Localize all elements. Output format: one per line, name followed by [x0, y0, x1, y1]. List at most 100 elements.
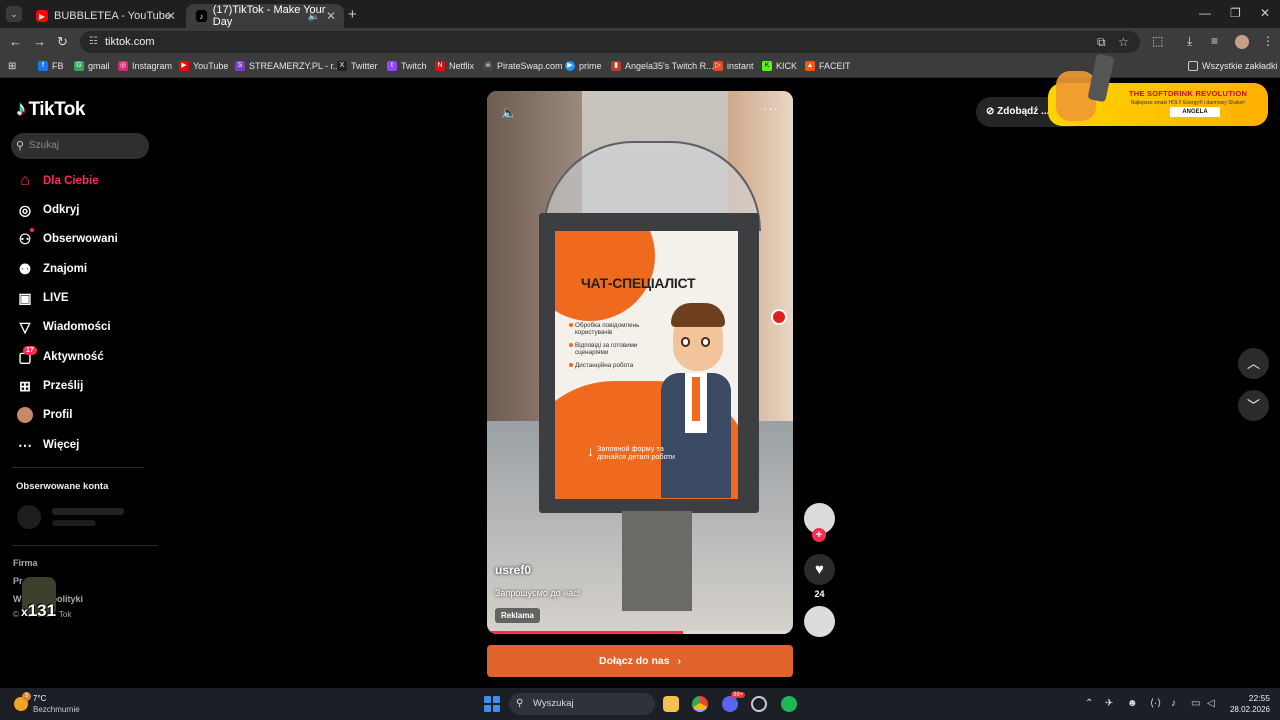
discord-tray-icon[interactable]: ☻ [1127, 698, 1138, 709]
chrome-icon[interactable] [692, 696, 708, 712]
tab-tiktok[interactable]: ♪ (17)TikTok - Make Your Day 🔈 ✕ [186, 4, 344, 28]
sidebar-item-following[interactable]: ⚇ Obserwowani [15, 228, 145, 250]
tray-app-icon[interactable]: ✈ [1105, 698, 1113, 709]
volume-icon[interactable]: 🔈 [501, 105, 517, 121]
media-controls-icon[interactable]: ≡ [1211, 34, 1218, 48]
folder-icon [1188, 61, 1198, 71]
start-button[interactable] [484, 696, 500, 712]
bookmark-streamerzy[interactable]: S STREAMERZY.PL - r... [235, 61, 341, 71]
video-player[interactable]: ЧАТ-СПЕЦІАЛІСТ Обробка повідомлень корис… [487, 91, 793, 634]
url-input[interactable]: ☷ tiktok.com ⧉ ☆ [80, 31, 1140, 53]
spotify-icon[interactable] [781, 696, 797, 712]
bookmark-label: Twitter [351, 61, 378, 71]
sidebar-item-for-you[interactable]: ⌂ Dla Ciebie [15, 170, 145, 192]
clock-date[interactable]: 28.02.2026 [1224, 705, 1270, 714]
facebook-icon: f [38, 61, 48, 71]
new-tab-button[interactable]: + [348, 6, 357, 23]
tray-app-icon[interactable]: ⟨·⟩ [1150, 698, 1161, 709]
bookmark-kick[interactable]: K KICK [762, 61, 797, 71]
more-options-icon[interactable]: ··· [763, 101, 779, 116]
stream-overlay-number: x131 [21, 601, 57, 620]
footer-company-link[interactable]: Firma [13, 558, 38, 568]
bookmark-label: PirateSwap.com [497, 61, 563, 71]
sidebar-item-upload[interactable]: ⊞ Prześlij [15, 375, 145, 397]
minimize-button[interactable]: — [1199, 6, 1211, 20]
discord-icon[interactable] [722, 696, 738, 712]
video-progress-bar[interactable] [487, 631, 793, 634]
site-info-icon[interactable]: ☷ [89, 31, 98, 53]
twitch-icon: t [387, 61, 397, 71]
like-count: 24 [814, 589, 825, 599]
weather-description: Bezchmurnie [33, 705, 80, 714]
bookmark-star-icon[interactable]: ☆ [1118, 31, 1129, 53]
menu-icon[interactable]: ⋮ [1262, 34, 1274, 48]
tiktok-logo[interactable]: ♪ TikTok [16, 98, 85, 121]
apps-icon[interactable]: ⊞ [8, 61, 16, 72]
clock-time[interactable]: 22:55 [1240, 693, 1270, 703]
bookmark-angela-twitch[interactable]: ▮ Angela35's Twitch R... [611, 61, 714, 71]
sidebar-item-friends[interactable]: ⚉ Znajomi [15, 258, 145, 280]
bookmark-pirateswap[interactable]: ☠ PirateSwap.com [483, 61, 563, 71]
sidebar-item-profile[interactable]: Profil [15, 404, 145, 426]
previous-video-button[interactable]: ︿ [1238, 348, 1269, 379]
forward-icon[interactable]: → [33, 34, 46, 49]
sidebar-item-label: Odkryj [43, 204, 80, 216]
tab-search-button[interactable]: ⌄ [6, 6, 22, 22]
back-icon[interactable]: ← [9, 34, 22, 49]
chevron-up-icon[interactable]: ⌃ [1085, 698, 1093, 709]
like-button[interactable]: ♥ [804, 554, 835, 585]
netflix-icon: N [435, 61, 445, 71]
friends-icon: ⚉ [18, 260, 32, 277]
sidebar-item-label: LIVE [43, 292, 69, 304]
bookmark-twitch[interactable]: t Twitch [387, 61, 427, 71]
footer-link-text: polityki [51, 594, 84, 604]
bookmark-prime[interactable]: ▶ prime [565, 61, 602, 71]
bookmark-youtube[interactable]: ▶ YouTube [179, 61, 228, 71]
network-icon[interactable]: ▭ [1191, 698, 1200, 709]
sidebar-item-label: Profil [43, 409, 73, 421]
all-bookmarks[interactable]: Wszystkie zakładki [1188, 61, 1278, 71]
taskbar-search[interactable]: ⚲ Wyszukaj [509, 693, 655, 715]
restore-button[interactable]: ❐ [1230, 6, 1241, 20]
bookmark-instagram[interactable]: ◎ Instagram [118, 61, 172, 71]
banner-subtitle: Najlepsze smaki HOLY Energy® i darmowy S… [1130, 100, 1246, 106]
tab-title: BUBBLETEA - YouTube [54, 10, 171, 22]
instagram-icon: ◎ [118, 61, 128, 71]
sound-avatar[interactable] [804, 606, 835, 637]
speaker-icon[interactable]: 🔈 [308, 11, 320, 22]
sidebar-item-explore[interactable]: ◎ Odkryj [15, 199, 145, 221]
send-icon: ▽ [19, 318, 31, 335]
bookmark-netflix[interactable]: N Netflix [435, 61, 474, 71]
pirateswap-icon: ☠ [483, 61, 493, 71]
next-video-button[interactable]: ﹀ [1238, 390, 1269, 421]
sidebar-item-label: Dla Ciebie [43, 175, 99, 187]
video-username[interactable]: usref0 [495, 563, 531, 577]
install-app-icon[interactable]: ⧉ [1097, 31, 1106, 53]
reload-icon[interactable]: ↻ [57, 34, 68, 50]
bookmark-gmail[interactable]: Ggmail [74, 61, 110, 71]
search-icon: ⚲ [516, 698, 524, 709]
close-window-button[interactable]: ✕ [1260, 6, 1270, 20]
close-tab-icon[interactable]: ✕ [166, 9, 176, 23]
file-explorer-icon[interactable] [663, 696, 679, 712]
search-input[interactable]: ⚲ Szukaj [11, 133, 149, 159]
volume-icon[interactable]: ◁ [1207, 698, 1215, 709]
extensions-icon[interactable]: ⬚ [1152, 34, 1163, 48]
bookmark-faceit[interactable]: ▲ FACEIT [805, 61, 851, 71]
sidebar-item-live[interactable]: ▣ LIVE [15, 287, 145, 309]
microphone-icon[interactable]: ♪ [1171, 698, 1176, 709]
bookmark-twitter[interactable]: X Twitter [337, 61, 378, 71]
steam-icon[interactable] [751, 696, 767, 712]
tab-youtube[interactable]: ▶ BUBBLETEA - YouTube ✕ [26, 4, 184, 28]
follow-plus-button[interactable]: + [812, 528, 826, 542]
bookmark-label: Wszystkie zakładki [1202, 61, 1278, 71]
sidebar-item-messages[interactable]: ▽ Wiadomości [15, 316, 145, 338]
profile-avatar-icon[interactable] [1235, 35, 1249, 49]
join-us-button[interactable]: Dołącz do nas › [487, 645, 793, 677]
download-icon[interactable]: ⤓ [1187, 34, 1192, 49]
bookmark-fb[interactable]: f FB [38, 61, 64, 71]
close-tab-icon[interactable]: ✕ [326, 9, 336, 23]
bookmark-instant[interactable]: ▷ instant [713, 61, 754, 71]
sidebar-item-label: Obserwowani [43, 233, 118, 245]
sidebar-item-more[interactable]: ⋯ Więcej [15, 434, 145, 456]
